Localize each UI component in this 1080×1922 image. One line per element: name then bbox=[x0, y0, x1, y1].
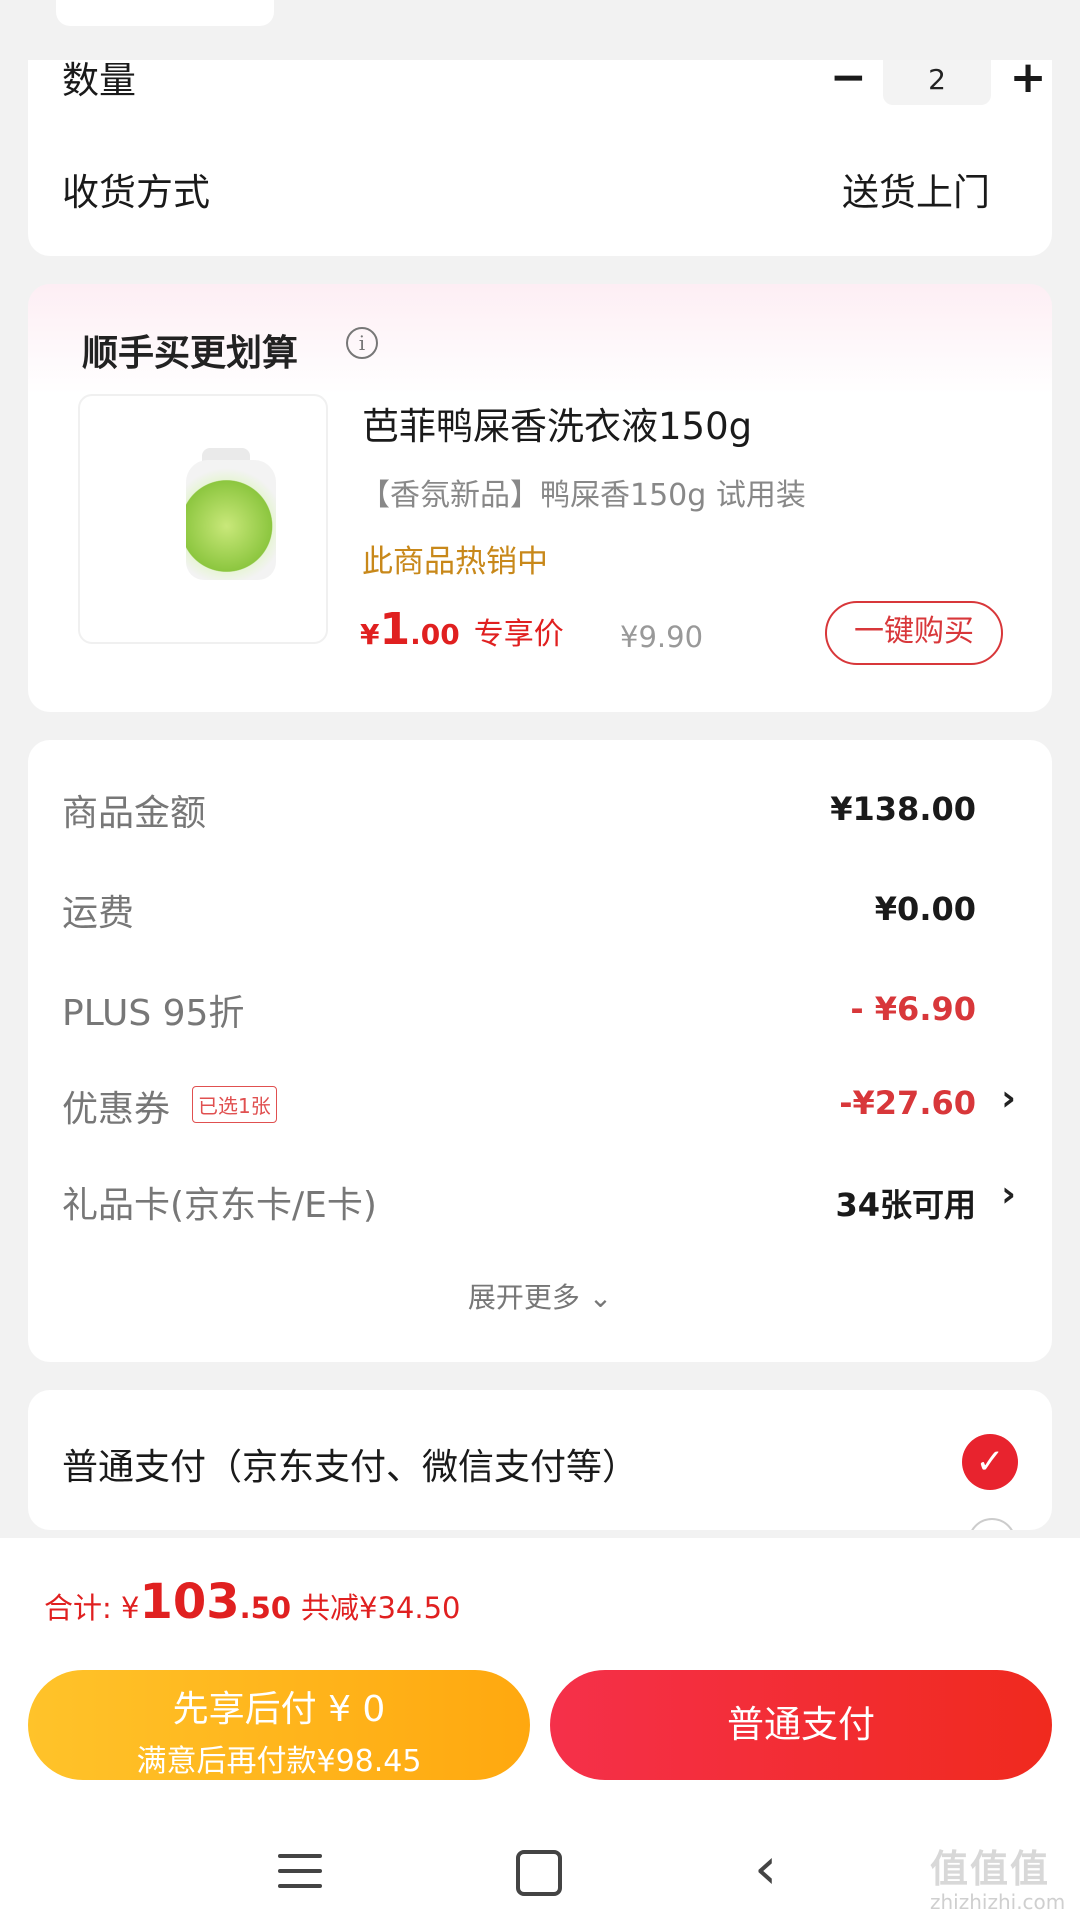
total-integer: 103 bbox=[139, 1574, 240, 1630]
quantity-plus-button[interactable]: + bbox=[1008, 60, 1048, 100]
shipping-value: ¥0.00 bbox=[874, 890, 976, 928]
giftcard-label[interactable]: 礼品卡(京东卡/E卡) bbox=[62, 1176, 377, 1228]
expand-more-button[interactable]: 展开更多 ⌄ bbox=[28, 1276, 1052, 1316]
order-total: 合计: ¥103.50 共减¥34.50 bbox=[44, 1574, 461, 1630]
total-decimal: .50 bbox=[239, 1591, 292, 1625]
checkout-bar: 合计: ¥103.50 共减¥34.50 先享后付 ¥ 0 满意后再付款¥98.4… bbox=[0, 1538, 1080, 1922]
goods-amount-value: ¥138.00 bbox=[830, 790, 976, 828]
amount-summary-card: 商品金额 ¥138.00 运费 ¥0.00 PLUS 95折 - ¥6.90 优… bbox=[28, 740, 1052, 1362]
payment-method-card: 普通支付（京东支付、微信支付等） ✓ bbox=[28, 1390, 1052, 1530]
quantity-minus-button[interactable]: − bbox=[830, 60, 867, 100]
shipping-label: 运费 bbox=[62, 893, 135, 934]
one-click-buy-button[interactable]: 一键购买 bbox=[825, 601, 1003, 665]
product-subtitle: 【香氛新品】鸭屎香150g 试用装 bbox=[360, 478, 806, 513]
coupon-label[interactable]: 优惠券 bbox=[62, 1080, 170, 1132]
recent-apps-icon[interactable] bbox=[278, 1854, 322, 1890]
giftcard-value[interactable]: 34张可用 bbox=[835, 1180, 976, 1226]
total-currency: ¥ bbox=[121, 1591, 140, 1625]
product-image[interactable] bbox=[78, 394, 328, 644]
goods-amount-label: 商品金额 bbox=[62, 793, 207, 834]
bottle-icon bbox=[186, 460, 276, 580]
delivery-label: 收货方式 bbox=[62, 171, 210, 214]
pay-later-button[interactable]: 先享后付 ¥ 0 满意后再付款¥98.45 bbox=[28, 1670, 530, 1780]
plus-discount-value: - ¥6.90 bbox=[850, 990, 976, 1028]
original-price: ¥9.90 bbox=[620, 620, 704, 654]
product-name[interactable]: 芭菲鸭屎香洗衣液150g bbox=[362, 396, 752, 450]
watermark-url: zhizhizhi.com bbox=[930, 1890, 1066, 1914]
addon-card: 顺手买更划算 i 芭菲鸭屎香洗衣液150g 【香氛新品】鸭屎香150g 试用装 … bbox=[28, 284, 1052, 712]
normal-pay-button[interactable]: 普通支付 bbox=[550, 1670, 1052, 1780]
radio-icon[interactable] bbox=[968, 1518, 1016, 1530]
total-saved: 共减¥34.50 bbox=[301, 1591, 461, 1625]
quantity-input[interactable]: 2 bbox=[883, 60, 991, 105]
product-price: ¥1.00 专享价 bbox=[360, 604, 564, 655]
checkmark-icon[interactable]: ✓ bbox=[962, 1434, 1018, 1490]
delivery-value[interactable]: 送货上门 bbox=[842, 162, 990, 216]
price-currency: ¥ bbox=[360, 618, 380, 651]
home-icon[interactable] bbox=[516, 1850, 562, 1896]
info-icon[interactable]: i bbox=[346, 327, 378, 359]
normal-payment-option[interactable]: 普通支付（京东支付、微信支付等） bbox=[62, 1438, 638, 1490]
coupon-chevron-icon[interactable]: › bbox=[1001, 1078, 1016, 1119]
hot-sale-label: 此商品热销中 bbox=[362, 544, 548, 580]
pay-later-title: 先享后付 ¥ 0 bbox=[172, 1689, 386, 1730]
price-integer: 1 bbox=[379, 604, 411, 655]
price-decimal: .00 bbox=[410, 618, 460, 651]
coupon-selected-badge: 已选1张 bbox=[192, 1086, 277, 1123]
pay-later-subtitle: 满意后再付款¥98.45 bbox=[136, 1744, 422, 1779]
addon-title: 顺手买更划算 bbox=[82, 333, 299, 374]
quantity-label: 数量 bbox=[62, 60, 136, 102]
exclusive-price-tag: 专享价 bbox=[473, 617, 564, 652]
coupon-value[interactable]: -¥27.60 bbox=[839, 1084, 976, 1122]
back-icon[interactable]: ‹ bbox=[754, 1838, 777, 1898]
product-thumbnail-stub bbox=[56, 0, 274, 26]
plus-discount-label: PLUS 95折 bbox=[62, 993, 245, 1034]
order-options-card: 数量 − 2 + 收货方式 送货上门 bbox=[28, 60, 1052, 256]
total-label: 合计: bbox=[44, 1591, 121, 1625]
giftcard-chevron-icon[interactable]: › bbox=[1001, 1174, 1016, 1215]
watermark-logo: 值值值 bbox=[930, 1847, 1051, 1891]
